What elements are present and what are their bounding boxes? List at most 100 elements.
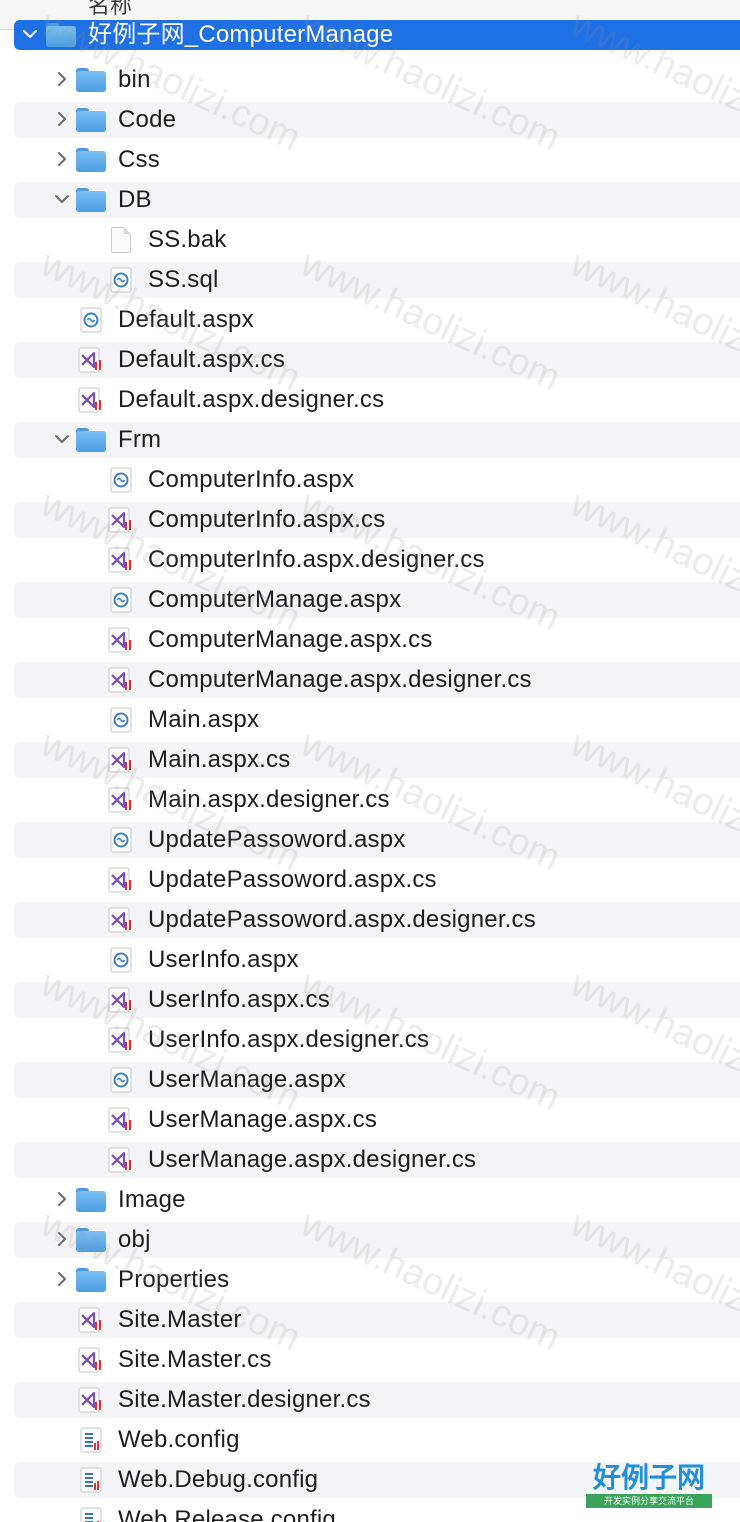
tree-file-row[interactable]: ComputerManage.aspx.designer.cs — [0, 660, 740, 700]
csharp-file-icon — [106, 1025, 136, 1055]
tree-folder-row[interactable]: obj — [0, 1220, 740, 1260]
tree-file-row[interactable]: ComputerManage.aspx.cs — [0, 620, 740, 660]
csharp-file-icon — [106, 745, 136, 775]
config-file-icon — [76, 1505, 106, 1522]
aspx-file-icon — [106, 465, 136, 495]
tree-folder-row[interactable]: 好例子网_ComputerManage — [0, 20, 740, 60]
folder-icon — [46, 20, 76, 50]
folder-icon — [76, 1265, 106, 1295]
tree-folder-row[interactable]: Frm — [0, 420, 740, 460]
tree-file-row[interactable]: Main.aspx.designer.cs — [0, 780, 740, 820]
aspx-file-icon — [76, 305, 106, 335]
folder-icon — [76, 1185, 106, 1215]
tree-item-label: Main.aspx — [148, 706, 260, 733]
tree-item-label: UserInfo.aspx — [148, 946, 299, 973]
tree-file-row[interactable]: Site.Master.cs — [0, 1340, 740, 1380]
tree-item-label: Code — [118, 106, 177, 133]
site-logo: 好例子网 开发实例分享交流平台 — [586, 1462, 712, 1508]
tree-item-label: SS.sql — [148, 266, 219, 293]
tree-item-label: Default.aspx.cs — [118, 346, 286, 373]
tree-file-row[interactable]: Default.aspx — [0, 300, 740, 340]
aspx-file-icon — [106, 1065, 136, 1095]
chevron-right-icon[interactable] — [52, 70, 72, 90]
tree-folder-row[interactable]: Properties — [0, 1260, 740, 1300]
tree-item-label: Main.aspx.cs — [148, 746, 291, 773]
tree-folder-row[interactable]: bin — [0, 60, 740, 100]
tree-item-label: Web.Release.config — [118, 1506, 336, 1522]
tree-item-label: ComputerInfo.aspx.designer.cs — [148, 546, 485, 573]
tree-item-label: Properties — [118, 1266, 230, 1293]
tree-item-label: ComputerInfo.aspx.cs — [148, 506, 386, 533]
chevron-right-icon[interactable] — [52, 1230, 72, 1250]
tree-item-label: DB — [118, 186, 152, 213]
chevron-right-icon[interactable] — [52, 1270, 72, 1290]
csharp-file-icon — [106, 865, 136, 895]
tree-item-label: Frm — [118, 426, 162, 453]
tree-file-row[interactable]: UserManage.aspx — [0, 1060, 740, 1100]
tree-folder-row[interactable]: Image — [0, 1180, 740, 1220]
chevron-down-icon[interactable] — [20, 25, 40, 45]
tree-folder-row[interactable]: Code — [0, 100, 740, 140]
tree-file-row[interactable]: UserManage.aspx.cs — [0, 1100, 740, 1140]
tree-item-label: Site.Master.designer.cs — [118, 1386, 371, 1413]
tree-file-row[interactable]: ComputerManage.aspx — [0, 580, 740, 620]
tree-file-row[interactable]: Default.aspx.cs — [0, 340, 740, 380]
tree-file-row[interactable]: Default.aspx.designer.cs — [0, 380, 740, 420]
csharp-file-icon — [106, 985, 136, 1015]
tree-file-row[interactable]: UpdatePassoword.aspx.designer.cs — [0, 900, 740, 940]
tree-item-label: UserManage.aspx — [148, 1066, 346, 1093]
tree-file-row[interactable]: ComputerInfo.aspx — [0, 460, 740, 500]
tree-file-row[interactable]: Site.Master.designer.cs — [0, 1380, 740, 1420]
tree-item-label: UpdatePassoword.aspx.cs — [148, 866, 437, 893]
tree-item-label: UserManage.aspx.cs — [148, 1106, 378, 1133]
chevron-right-icon[interactable] — [52, 150, 72, 170]
tree-file-row[interactable]: SS.bak — [0, 220, 740, 260]
chevron-right-icon[interactable] — [52, 110, 72, 130]
tree-file-row[interactable]: Main.aspx — [0, 700, 740, 740]
aspx-file-icon — [106, 585, 136, 615]
tree-item-label: Default.aspx.designer.cs — [118, 386, 385, 413]
tree-folder-row[interactable]: Css — [0, 140, 740, 180]
tree-file-row[interactable]: UserInfo.aspx.designer.cs — [0, 1020, 740, 1060]
tree-file-row[interactable]: UpdatePassoword.aspx — [0, 820, 740, 860]
folder-icon — [76, 105, 106, 135]
tree-item-label: Default.aspx — [118, 306, 254, 333]
tree-folder-row[interactable]: DB — [0, 180, 740, 220]
tree-file-row[interactable]: SS.sql — [0, 260, 740, 300]
tree-item-label: UpdatePassoword.aspx.designer.cs — [148, 906, 536, 933]
csharp-file-icon — [106, 1145, 136, 1175]
tree-item-label: bin — [118, 66, 151, 93]
tree-item-label: Image — [118, 1186, 186, 1213]
tree-file-row[interactable]: UserInfo.aspx.cs — [0, 980, 740, 1020]
tree-file-row[interactable]: UserInfo.aspx — [0, 940, 740, 980]
aspx-file-icon — [106, 825, 136, 855]
tree-file-row[interactable]: Web.config — [0, 1420, 740, 1460]
tree-file-row[interactable]: ComputerInfo.aspx.designer.cs — [0, 540, 740, 580]
aspx-file-icon — [106, 705, 136, 735]
csharp-file-icon — [76, 1305, 106, 1335]
csharp-file-icon — [106, 905, 136, 935]
aspx-file-icon — [106, 945, 136, 975]
column-header-name-label: 名称 — [88, 0, 133, 18]
tree-item-label: Web.Debug.config — [118, 1466, 319, 1493]
tree-file-row[interactable]: Site.Master — [0, 1300, 740, 1340]
tree-file-row[interactable]: Main.aspx.cs — [0, 740, 740, 780]
csharp-file-icon — [76, 1345, 106, 1375]
tree-item-label: UserManage.aspx.designer.cs — [148, 1146, 477, 1173]
tree-item-label: Web.config — [118, 1426, 240, 1453]
csharp-file-icon — [106, 785, 136, 815]
tree-file-row[interactable]: UpdatePassoword.aspx.cs — [0, 860, 740, 900]
csharp-file-icon — [106, 505, 136, 535]
tree-item-label: 好例子网_ComputerManage — [88, 21, 394, 48]
folder-icon — [76, 425, 106, 455]
tree-file-row[interactable]: ComputerInfo.aspx.cs — [0, 500, 740, 540]
document-icon — [106, 225, 136, 255]
chevron-down-icon[interactable] — [52, 430, 72, 450]
tree-item-label: ComputerInfo.aspx — [148, 466, 355, 493]
chevron-down-icon[interactable] — [52, 190, 72, 210]
tree-file-row[interactable]: UserManage.aspx.designer.cs — [0, 1140, 740, 1180]
tree-item-label: UpdatePassoword.aspx — [148, 826, 406, 853]
logo-main-text: 好例子网 — [592, 1461, 705, 1494]
chevron-right-icon[interactable] — [52, 1190, 72, 1210]
csharp-file-icon — [106, 625, 136, 655]
